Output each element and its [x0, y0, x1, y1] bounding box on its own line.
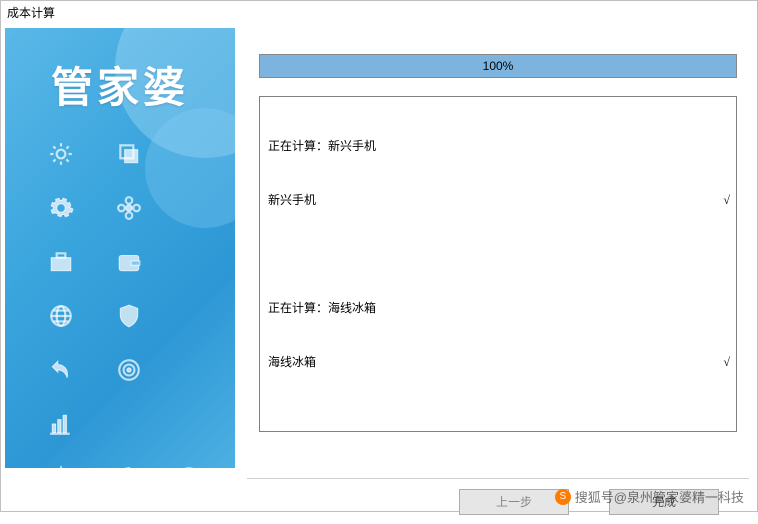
- button-bar: 上一步 完成: [247, 478, 749, 524]
- finish-button[interactable]: 完成: [609, 489, 719, 515]
- content-area: 管家婆: [1, 24, 757, 514]
- wallet-icon: [113, 246, 145, 278]
- flower-icon: [113, 192, 145, 224]
- bar-chart-icon: [45, 408, 77, 440]
- window-title: 成本计算: [1, 1, 757, 24]
- main-panel: 100% 正在计算：新兴手机 新兴手机√ 正在计算：海线冰箱 海线冰箱√ 成本计…: [247, 28, 749, 468]
- star-icon: [45, 462, 77, 468]
- sidebar-icon-grid: [45, 138, 215, 468]
- progress-bar: 100%: [259, 54, 737, 78]
- log-line: 正在计算：新兴手机: [268, 137, 728, 155]
- log-line: 新兴手机√: [268, 191, 728, 209]
- progress-percent-text: 100%: [483, 59, 514, 73]
- gear-icon: [45, 192, 77, 224]
- copy-icon: [113, 138, 145, 170]
- brand-logo-text: 管家婆: [5, 54, 235, 115]
- check-icon: √: [723, 353, 728, 371]
- undo-icon: [45, 354, 77, 386]
- minus-circle-icon: [173, 462, 205, 468]
- previous-button[interactable]: 上一步: [459, 489, 569, 515]
- log-line: [268, 407, 728, 425]
- pie-chart-icon: [113, 462, 145, 468]
- globe-icon: [45, 300, 77, 332]
- progress-fill: 100%: [260, 55, 736, 77]
- shield-icon: [113, 300, 145, 332]
- target-icon: [113, 354, 145, 386]
- log-line: 海线冰箱√: [268, 353, 728, 371]
- sidebar-panel: 管家婆: [5, 28, 235, 468]
- log-line: [268, 245, 728, 263]
- check-icon: √: [723, 191, 728, 209]
- log-textarea[interactable]: 正在计算：新兴手机 新兴手机√ 正在计算：海线冰箱 海线冰箱√ 成本计算完成。 …: [259, 96, 737, 432]
- window: 成本计算 管家婆: [0, 0, 758, 512]
- log-line: 正在计算：海线冰箱: [268, 299, 728, 317]
- sun-icon: [45, 138, 77, 170]
- briefcase-icon: [45, 246, 77, 278]
